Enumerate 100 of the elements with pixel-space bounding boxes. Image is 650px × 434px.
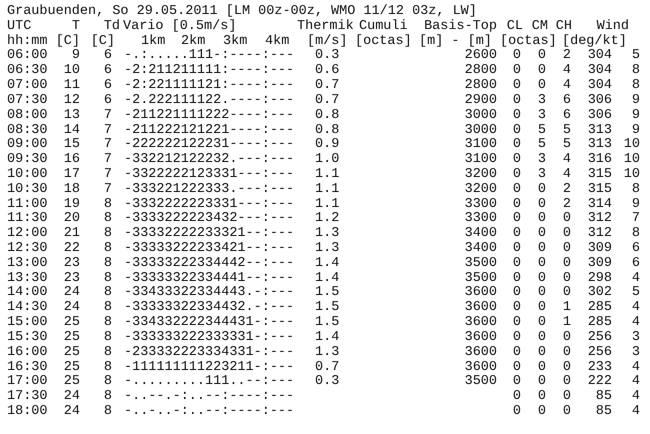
table-cell-text: 304	[586, 49, 612, 64]
table-cell-text: 0.7	[315, 360, 340, 375]
table-cell-text: 16:00	[7, 346, 49, 360]
table-cell-text: 6	[562, 108, 571, 124]
table-cell-text: 9	[630, 198, 640, 212]
table-cell-text: 8	[102, 404, 112, 420]
column-header: CH	[554, 20, 572, 34]
table-cell-text: 10	[622, 168, 640, 183]
table-cell-text: 5	[562, 138, 571, 153]
table-cell-text: 0.3	[315, 49, 340, 64]
table-cell-text: 3000	[464, 108, 497, 124]
table-cell-text: 0	[562, 212, 571, 227]
column-header: CL	[506, 20, 523, 34]
table-cell-text: 8	[102, 242, 112, 257]
table-cell-text: 7	[102, 138, 112, 153]
table-cell-text: 2900	[464, 94, 497, 109]
table-cell-text: 3300	[464, 198, 497, 212]
table-cell-text: 0	[512, 272, 521, 286]
table-cell-text: 8	[630, 79, 640, 94]
table-cell-text: 11:30	[7, 212, 49, 227]
table-cell-text: 316	[586, 153, 612, 168]
column-header: [C]	[54, 34, 80, 49]
table-cell-text: 23	[62, 272, 80, 286]
table-cell-text: 2	[562, 198, 571, 212]
table-cell-text: 3	[630, 346, 640, 360]
table-cell-text: 0	[536, 375, 546, 390]
table-cell-text: 12:30	[7, 242, 49, 257]
table-cell-text: 25	[62, 330, 80, 346]
table-cell-text: 09:00	[7, 138, 49, 153]
table-cell-text: 0	[536, 256, 546, 272]
table-cell-text: 2	[562, 182, 571, 198]
table-cell-text: 22	[62, 242, 80, 257]
table-cell-text: 8	[102, 316, 112, 331]
table-cell-text: 12:00	[7, 227, 49, 242]
table-cell-text: 7	[102, 108, 112, 124]
table-cell-text: 0	[536, 301, 546, 316]
table-cell-text: 0	[512, 198, 521, 212]
table-cell-text: -332212122232.---:---	[124, 153, 296, 168]
table-cell-text: 8	[102, 346, 112, 360]
table-cell-text: 0	[512, 301, 521, 316]
table-cell-text: 5	[536, 138, 546, 153]
table-cell-text: 3	[536, 153, 546, 168]
table-cell-text: 0	[512, 242, 521, 257]
table-cell-text: 9	[630, 124, 640, 138]
column-header: 3km	[223, 34, 248, 49]
table-cell-text: 3	[536, 108, 546, 124]
table-cell-text: 8	[630, 182, 640, 198]
table-cell-text: 16:30	[7, 360, 49, 375]
table-cell-text: 233	[586, 360, 612, 375]
table-cell-text: 6	[630, 242, 640, 257]
table-cell-text: 4	[562, 153, 571, 168]
table-cell-text: 309	[586, 242, 612, 257]
table-cell-text: 5	[630, 49, 640, 64]
table-cell-text: 07:00	[7, 79, 49, 94]
table-cell-text: 0	[512, 316, 521, 331]
table-cell-text: 0	[562, 242, 571, 257]
table-cell-text: 7	[102, 168, 112, 183]
table-cell-text: 3	[630, 330, 640, 346]
table-cell-text: 4	[630, 301, 640, 316]
table-cell-text: -2:221111121:----:---	[124, 79, 296, 94]
column-header: Wind	[596, 20, 629, 34]
column-header: Basis-Top	[423, 20, 497, 34]
table-cell-text: -2:211211111:----:---	[124, 64, 296, 79]
column-header: Cumuli	[359, 20, 409, 34]
table-cell-text: -211221111222----:---	[124, 108, 296, 124]
table-cell-text: 1.0	[315, 153, 340, 168]
table-cell-text: 0	[536, 286, 546, 301]
table-cell-text: 10	[622, 138, 640, 153]
table-cell-text: 13:30	[7, 272, 49, 286]
table-cell-text: 0	[562, 272, 571, 286]
table-cell-text: 24	[62, 286, 80, 301]
table-cell-text: 0	[536, 79, 546, 94]
table-cell-text: 0	[562, 346, 571, 360]
table-cell-text: 9	[70, 49, 80, 64]
table-cell-text: -33333222233421--:---	[124, 242, 296, 257]
table-cell-text: 3100	[464, 153, 497, 168]
table-cell-text: 0	[562, 286, 571, 301]
table-cell-text: 0	[512, 94, 521, 109]
table-cell-text: 10	[622, 153, 640, 168]
table-cell-text: 304	[586, 79, 612, 94]
table-cell-text: 1.3	[315, 227, 340, 242]
table-cell-text: 0	[536, 182, 546, 198]
table-cell-text: 0	[562, 256, 571, 272]
table-cell-text: 315	[586, 182, 612, 198]
table-cell-text: 0	[562, 404, 571, 420]
table-cell-text: 06:30	[7, 64, 49, 79]
table-cell-text: 0	[512, 124, 521, 138]
table-cell-text: 3500	[464, 272, 497, 286]
table-cell-text: 16	[62, 153, 80, 168]
table-cell-text: 0	[536, 316, 546, 331]
table-cell-text: 3	[536, 94, 546, 109]
table-cell-text: 0	[536, 360, 546, 375]
column-header: [C]	[90, 34, 115, 49]
table-cell-text: 285	[586, 301, 612, 316]
table-cell-text: 312	[586, 212, 612, 227]
table-cell-text: 4	[630, 390, 640, 405]
table-cell-text: 2	[562, 49, 571, 64]
table-cell-text: 15:30	[7, 330, 49, 346]
table-cell-text: 6	[102, 94, 112, 109]
table-cell-text: 0	[536, 390, 546, 405]
